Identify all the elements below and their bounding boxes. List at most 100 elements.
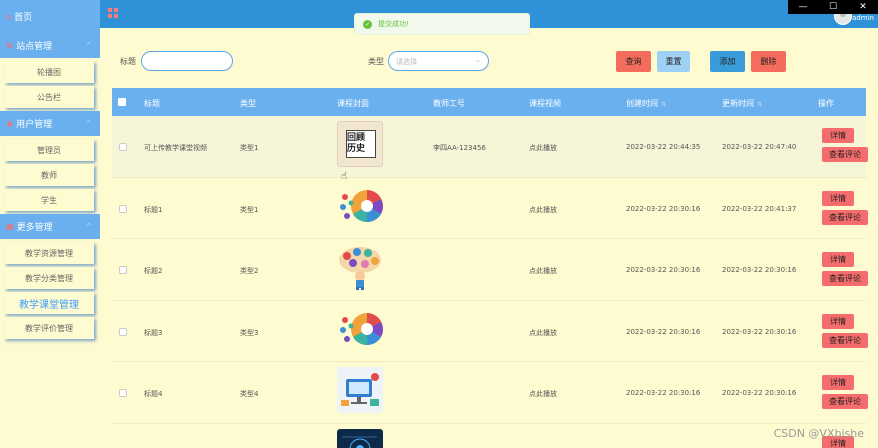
sort-icon[interactable]: ⇅ [757,101,762,108]
course-cover-image[interactable] [337,244,383,291]
app-root: — ☐ ✕ ⌂ 首页 ⚙ 站点管理 ⌃ 轮播图 公告栏 ♟ 用户管理 ⌃ 管理员… [0,0,878,448]
cell-title: 可上传教学课堂视频 [144,144,207,152]
course-cover-image[interactable] [337,183,383,229]
grid-icon: ▦ [6,222,14,231]
course-cover-image[interactable]: 回顾 历史 [337,121,383,167]
course-cover-image[interactable] [337,367,383,414]
column-header[interactable]: 课程封面 [337,98,369,109]
sidebar-item-carousel[interactable]: 轮播图 [4,61,94,83]
title-label: 标题 [120,57,136,66]
detail-button[interactable]: 详情 [822,190,854,206]
cell-type: 类型4 [240,390,259,399]
course-cover-image[interactable] [337,428,383,448]
column-header[interactable]: 类型 [240,98,256,109]
sidebar: ⌂ 首页 ⚙ 站点管理 ⌃ 轮播图 公告栏 ♟ 用户管理 ⌃ 管理员 教师 学生… [0,0,100,448]
delete-button[interactable]: 删除 [751,51,786,72]
sidebar-group-label: 站点管理 [16,42,53,52]
table-row: 详情 [112,424,866,448]
close-icon[interactable]: ✕ [853,2,873,12]
cell-title: 标题4 [144,390,163,399]
cell-created: 2022-03-22 20:44:35 [626,143,701,151]
type-select[interactable]: 请选择 ⌄ [388,51,489,71]
sidebar-item-student[interactable]: 学生 [4,189,94,211]
sidebar-item-admin[interactable]: 管理员 [4,139,94,161]
cover-text: 回顾 历史 [347,133,366,154]
view-comments-button[interactable]: 查看评论 [822,332,868,348]
play-video-link[interactable]: 点此播放 [529,205,557,215]
cell-type: 类型3 [240,328,259,337]
home-icon: ⌂ [6,12,12,21]
user-icon: ♟ [6,119,14,128]
sidebar-item-notice[interactable]: 公告栏 [4,86,94,108]
sidebar-group-more[interactable]: ▦ 更多管理 ⌃ [0,214,100,239]
username[interactable]: admin [852,14,874,22]
sidebar-group-site[interactable]: ⚙ 站点管理 ⌃ [0,33,100,58]
cell-updated: 2022-03-22 20:30:16 [722,327,797,336]
cell-created: 2022-03-22 20:30:16 [626,327,701,336]
query-button[interactable]: 查询 [616,51,651,72]
maximize-icon[interactable]: ☐ [823,2,843,12]
detail-button[interactable]: 详情 [822,128,854,143]
column-header-updated[interactable]: 更新时间 ⇅ [722,98,762,109]
type-label: 类型 [368,57,384,66]
sidebar-home-label: 首页 [14,13,33,23]
chevron-up-icon: ⌃ [85,222,92,231]
view-comments-button[interactable]: 查看评论 [822,271,868,287]
sidebar-item-teacher[interactable]: 教师 [4,164,94,186]
watermark: CSDN @VXbishe [773,427,864,440]
view-comments-button[interactable]: 查看评论 [822,147,868,162]
sidebar-group-label: 用户管理 [16,120,53,130]
add-button[interactable]: 添加 [710,51,745,72]
column-header[interactable]: 标题 [144,98,160,109]
row-checkbox[interactable] [119,327,127,336]
view-comments-button[interactable]: 查看评论 [822,209,868,225]
column-header-label: 创建时间 [626,99,658,108]
sidebar-item-classroom[interactable]: 教学课堂管理 [4,292,94,314]
sort-icon[interactable]: ⇅ [661,101,666,108]
cell-teacher-id: 李四AA-123456 [433,144,486,152]
sidebar-group-users[interactable]: ♟ 用户管理 ⌃ [0,111,100,136]
row-checkbox[interactable] [119,204,127,213]
cell-type: 类型1 [240,205,259,214]
table-row: 标题4 类型4 点此播放 2022-03-22 20:30:16 2022-03… [112,362,868,424]
play-video-link[interactable]: 点此播放 [529,328,557,338]
cell-created: 2022-03-22 20:30:16 [626,389,701,398]
view-comments-button[interactable]: 查看评论 [822,394,868,410]
play-video-link[interactable]: 点此播放 [529,143,557,153]
sidebar-item-categories[interactable]: 教学分类管理 [4,267,94,289]
check-circle-icon: ✓ [363,19,372,29]
column-header: 操作 [818,99,834,108]
window-controls: — ☐ ✕ [788,0,878,14]
row-checkbox[interactable] [119,389,127,398]
search-bar: 标题 类型 请选择 ⌄ 查询 重置 添加 删除 [100,40,878,82]
table-row: 标题1 类型1 点此播放 2022-03-22 20:30:16 2022-03… [112,178,868,240]
detail-button[interactable]: 详情 [822,252,854,268]
sidebar-item-evaluation[interactable]: 教学评价管理 [4,317,94,339]
type-select-placeholder: 请选择 [396,58,417,66]
play-video-link[interactable]: 点此播放 [529,389,557,399]
table-row: 标题3 类型3 点此播放 2022-03-22 20:30:16 2022-03… [112,301,868,363]
reset-button[interactable]: 重置 [657,51,690,72]
select-all-checkbox[interactable] [118,98,126,106]
sidebar-group-label: 更多管理 [16,223,53,233]
row-checkbox[interactable] [119,143,127,151]
row-checkbox[interactable] [119,266,127,275]
detail-button[interactable]: 详情 [822,313,854,329]
minimize-icon[interactable]: — [793,2,813,12]
cell-type: 类型1 [240,144,259,152]
cell-title: 标题1 [144,205,163,214]
column-header[interactable]: 教师工号 [433,98,465,109]
chevron-up-icon: ⌃ [85,41,92,50]
cell-type: 类型2 [240,267,259,276]
sidebar-item-resources[interactable]: 教学资源管理 [4,242,94,264]
detail-button[interactable]: 详情 [822,375,854,391]
column-header[interactable]: 课程视频 [529,98,561,109]
sidebar-home[interactable]: ⌂ 首页 [0,0,100,33]
title-search-input[interactable] [141,51,233,71]
course-cover-image[interactable] [337,306,383,352]
menu-toggle-icon[interactable] [108,8,118,18]
cell-created: 2022-03-22 20:30:16 [626,204,701,213]
play-video-link[interactable]: 点此播放 [529,266,557,276]
chevron-down-icon: ⌄ [475,56,481,64]
column-header-created[interactable]: 创建时间 ⇅ [626,98,666,109]
